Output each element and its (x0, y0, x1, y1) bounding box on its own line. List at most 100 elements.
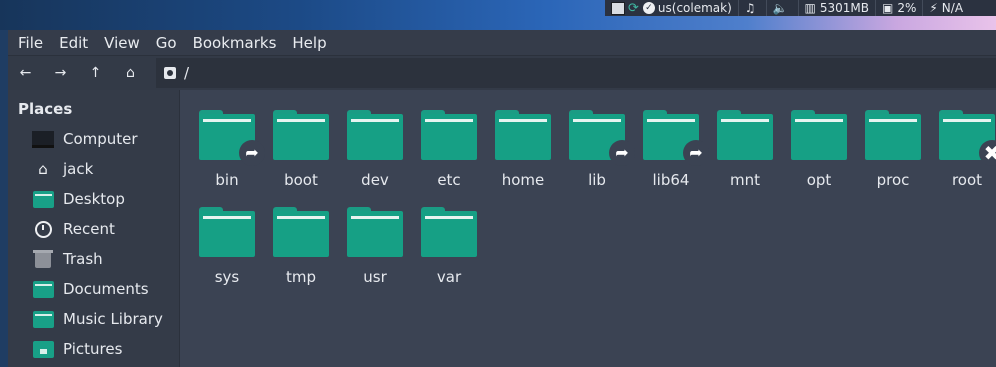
folder-label: sys (214, 268, 240, 286)
home-icon: ⌂ (38, 160, 48, 178)
folder-icon (865, 110, 921, 160)
folder-item-usr[interactable]: usr (338, 207, 412, 297)
monitor-icon[interactable] (611, 1, 625, 15)
folder-item-lib[interactable]: ➦ lib (560, 110, 635, 200)
folder-label: bin (215, 171, 239, 189)
sidebar-item-label: Trash (63, 250, 103, 268)
sidebar-item-label: Desktop (63, 190, 125, 208)
folder-item-opt[interactable]: opt (782, 110, 856, 200)
sidebar-item-trash[interactable]: Trash (8, 244, 179, 274)
sidebar-item-label: Pictures (63, 340, 123, 358)
folder-label: boot (284, 171, 318, 189)
home-button[interactable]: ⌂ (113, 65, 148, 81)
keyboard-layout[interactable]: us(colemak) (658, 1, 732, 15)
folder-icon (32, 280, 54, 298)
main-content: Places Computer ⌂ jack Desktop Recent Tr… (8, 90, 996, 367)
folder-item-mnt[interactable]: mnt (708, 110, 782, 200)
cpu-icon: ▣ (881, 1, 894, 15)
folder-item-home[interactable]: home (486, 110, 560, 200)
folder-item-sys[interactable]: sys (190, 207, 264, 297)
folder-icon (347, 110, 403, 160)
folder-item-bin[interactable]: ➦ bin (190, 110, 265, 200)
menu-go[interactable]: Go (148, 34, 185, 52)
folder-item-boot[interactable]: boot (264, 110, 338, 200)
folder-item-lib64[interactable]: ➦ lib64 (634, 110, 709, 200)
folder-icon (421, 110, 477, 160)
sidebar-item-label: Computer (63, 130, 138, 148)
memory-widget[interactable]: ▥ 5301MB (797, 0, 875, 16)
computer-icon (32, 130, 54, 148)
folder-label: lib64 (652, 171, 690, 189)
up-button[interactable]: ↑ (78, 65, 113, 81)
menu-file[interactable]: File (10, 34, 51, 52)
folder-item-root[interactable]: ✖ root (930, 110, 996, 200)
battery-value: N/A (941, 1, 964, 15)
back-button[interactable]: ← (8, 65, 43, 81)
checkmark-icon[interactable]: ✓ (642, 2, 655, 14)
sidebar-item-label: Music Library (63, 310, 163, 328)
folder-label: lib (588, 171, 606, 189)
sidebar-item-pictures[interactable]: Pictures (8, 334, 179, 364)
menu-help[interactable]: Help (284, 34, 334, 52)
file-grid: ➦ bin boot dev etc home ➦ lib ➦ lib64 mnt opt proc ✖ r… (180, 90, 996, 367)
folder-label: dev (361, 171, 389, 189)
folder-label: var (436, 268, 462, 286)
sync-icon[interactable]: ⟳ (628, 1, 639, 16)
volume-widget[interactable]: 🔈 (765, 0, 798, 16)
folder-icon: ✖ (939, 110, 996, 166)
folder-item-tmp[interactable]: tmp (264, 207, 338, 297)
folder-icon (421, 207, 477, 257)
folder-icon (273, 207, 329, 257)
memory-icon: ▥ (804, 1, 816, 15)
no-access-x-icon: ✖ (979, 140, 996, 166)
folder-icon (717, 110, 773, 160)
music-note-icon: ♫ (744, 1, 756, 15)
location-path[interactable]: / (184, 64, 189, 82)
system-tray: ⟳ ✓ us(colemak) ♫ 🔈 ▥ 5301MB ▣ 2% ⚡ N/A (605, 0, 996, 16)
desktop-folder-icon (32, 190, 54, 208)
folder-icon (347, 207, 403, 257)
sidebar-item-desktop[interactable]: Desktop (8, 184, 179, 214)
folder-icon (199, 207, 255, 257)
folder-icon: ➦ (643, 110, 709, 166)
folder-item-var[interactable]: var (412, 207, 486, 297)
tray-icons[interactable]: ⟳ ✓ us(colemak) (605, 0, 738, 16)
folder-icon: ➦ (199, 110, 265, 166)
sidebar-item-documents[interactable]: Documents (8, 274, 179, 304)
sidebar-item-label: Recent (63, 220, 115, 238)
menu-edit[interactable]: Edit (51, 34, 96, 52)
folder-label: usr (363, 268, 387, 286)
file-manager-window: File Edit View Go Bookmarks Help ← → ↑ ⌂… (8, 30, 996, 367)
cpu-widget[interactable]: ▣ 2% (874, 0, 922, 16)
folder-item-dev[interactable]: dev (338, 110, 412, 200)
speaker-icon: 🔈 (772, 1, 788, 15)
plug-icon: ⚡ (929, 1, 938, 15)
symlink-arrow-icon: ➦ (683, 140, 709, 166)
folder-item-etc[interactable]: etc (412, 110, 486, 200)
battery-widget[interactable]: ⚡ N/A (922, 0, 969, 16)
forward-button[interactable]: → (43, 65, 78, 81)
music-widget[interactable]: ♫ (737, 0, 766, 16)
folder-label: proc (876, 171, 910, 189)
sidebar-item-label: Documents (63, 280, 149, 298)
trash-icon (32, 249, 54, 268)
sidebar-item-jack[interactable]: ⌂ jack (8, 154, 179, 184)
folder-item-proc[interactable]: proc (856, 110, 930, 200)
menu-view[interactable]: View (96, 34, 148, 52)
symlink-arrow-icon: ➦ (609, 140, 635, 166)
places-sidebar: Places Computer ⌂ jack Desktop Recent Tr… (8, 90, 180, 367)
toolbar: ← → ↑ ⌂ / (8, 55, 996, 90)
sidebar-item-recent[interactable]: Recent (8, 214, 179, 244)
sidebar-item-music-library[interactable]: Music Library (8, 304, 179, 334)
location-bar[interactable]: / (156, 58, 996, 88)
menu-bookmarks[interactable]: Bookmarks (185, 34, 285, 52)
sidebar-item-computer[interactable]: Computer (8, 124, 179, 154)
folder-label: etc (437, 171, 461, 189)
folder-icon (495, 110, 551, 160)
folder-label: opt (806, 171, 832, 189)
folder-icon (273, 110, 329, 160)
menubar: File Edit View Go Bookmarks Help (8, 30, 996, 55)
memory-value: 5301MB (819, 1, 869, 15)
drive-icon (164, 67, 176, 79)
places-title: Places (18, 100, 73, 118)
